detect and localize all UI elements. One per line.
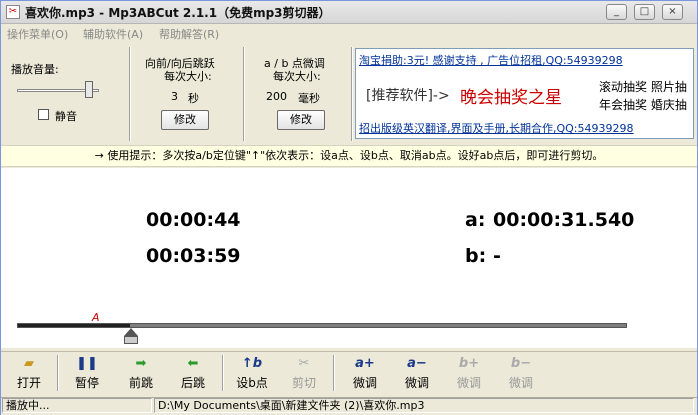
close-button[interactable]: × bbox=[662, 4, 683, 20]
a-plus-icon: a+ bbox=[355, 356, 375, 371]
pause-button[interactable]: ❚❚ 暂停 bbox=[61, 353, 113, 393]
set-b-point-button[interactable]: ↑b 设b点 bbox=[226, 353, 278, 393]
a-point-value: 00:00:31.540 bbox=[493, 209, 635, 231]
jump-unit: 秒 bbox=[188, 92, 199, 105]
ad-translation-link[interactable]: 招出版级英汉翻译,界面及手册,长期合作,QQ:54939298 bbox=[359, 120, 634, 136]
window-title: 喜欢你.mp3 - Mp3ABCut 2.1.1（免费mp3剪切器） bbox=[25, 6, 331, 20]
mute-checkbox[interactable] bbox=[38, 109, 49, 120]
jump-modify-button[interactable]: 修改 bbox=[161, 110, 209, 130]
scissors-icon: ✂ bbox=[298, 356, 310, 371]
menu-operations[interactable]: 操作菜单(O) bbox=[7, 26, 68, 42]
arrow-left-icon: ⬅ bbox=[187, 356, 199, 371]
menu-bar: 操作菜单(O) 辅助软件(A) 帮助解答(R) bbox=[1, 24, 697, 43]
b-point-value: - bbox=[493, 245, 501, 267]
seek-thumb-base[interactable] bbox=[124, 336, 138, 344]
minimize-button[interactable]: _ bbox=[606, 4, 627, 20]
total-time: 00:03:59 bbox=[146, 245, 241, 267]
maximize-button[interactable]: □ bbox=[634, 4, 655, 20]
folder-open-icon: ▰ bbox=[24, 356, 34, 371]
fine-value: 200 bbox=[266, 90, 287, 103]
volume-slider-thumb[interactable] bbox=[85, 81, 93, 98]
toolbar-divider bbox=[222, 355, 224, 391]
ad-party-lottery-link[interactable]: 晚会抽奖之星 bbox=[460, 83, 562, 108]
toolbar-divider bbox=[57, 355, 59, 391]
jump-subtitle: 每次大小: bbox=[164, 70, 212, 83]
usage-hint: → 使用提示：多次按a/b定位键"↑"依次表示：设a点、设b点、取消ab点。设好… bbox=[1, 145, 697, 167]
ad-lottery-line2[interactable]: 年会抽奖 婚庆抽 bbox=[599, 96, 687, 113]
cut-label: 剪切 bbox=[291, 376, 316, 390]
divider bbox=[129, 47, 131, 141]
app-window: ✂ 喜欢你.mp3 - Mp3ABCut 2.1.1（免费mp3剪切器） _ □… bbox=[0, 0, 698, 415]
set-b-label: 设b点 bbox=[236, 376, 268, 390]
volume-panel bbox=[1, 45, 129, 143]
ad-lottery-line1[interactable]: 滚动抽奖 照片抽 bbox=[599, 78, 687, 95]
toolbar-divider bbox=[333, 355, 335, 391]
jump-value: 3 bbox=[171, 90, 178, 103]
seek-progress bbox=[18, 324, 130, 327]
divider bbox=[243, 47, 245, 141]
fine-unit: 毫秒 bbox=[298, 92, 320, 105]
a-minus-label: 微调 bbox=[404, 376, 429, 390]
set-b-icon: ↑b bbox=[241, 356, 263, 371]
time-display bbox=[1, 168, 697, 348]
b-minus-fine-tune-button[interactable]: b− 微调 bbox=[495, 353, 547, 393]
jump-back-button[interactable]: ⬅ 后跳 bbox=[167, 353, 219, 393]
current-time: 00:00:44 bbox=[146, 209, 241, 231]
a-plus-label: 微调 bbox=[352, 376, 377, 390]
jump-forward-button[interactable]: ➡ 前跳 bbox=[115, 353, 167, 393]
seek-thumb[interactable] bbox=[124, 328, 138, 336]
cut-button[interactable]: ✂ 剪切 bbox=[278, 353, 330, 393]
playback-status: 播放中... bbox=[2, 398, 152, 413]
ad-recommend-label[interactable]: [推荐软件]-> bbox=[366, 85, 450, 105]
b-plus-fine-tune-button[interactable]: b+ 微调 bbox=[443, 353, 495, 393]
forward-label: 前跳 bbox=[128, 376, 153, 390]
app-icon: ✂ bbox=[6, 5, 20, 19]
a-minus-icon: a− bbox=[407, 356, 427, 371]
a-minus-fine-tune-button[interactable]: a− 微调 bbox=[391, 353, 443, 393]
a-plus-fine-tune-button[interactable]: a+ 微调 bbox=[339, 353, 391, 393]
open-label: 打开 bbox=[16, 376, 41, 390]
menu-help[interactable]: 帮助解答(R) bbox=[159, 26, 219, 42]
fine-modify-button[interactable]: 修改 bbox=[277, 110, 325, 130]
b-plus-icon: b+ bbox=[458, 356, 480, 371]
ad-donate-link[interactable]: 淘宝捐助:3元! 感谢支持 , 广告位招租,QQ:54939298 bbox=[359, 52, 623, 68]
open-button[interactable]: ▰ 打开 bbox=[3, 353, 55, 393]
pause-icon: ❚❚ bbox=[76, 356, 98, 371]
b-minus-icon: b− bbox=[510, 356, 532, 371]
file-path: D:\My Documents\桌面\新建文件夹 (2)\喜欢你.mp3 bbox=[154, 398, 694, 413]
seek-bar[interactable] bbox=[17, 323, 627, 328]
menu-tools[interactable]: 辅助软件(A) bbox=[83, 26, 143, 42]
mute-label: 静音 bbox=[55, 110, 77, 123]
b-plus-label: 微调 bbox=[456, 376, 481, 390]
volume-label: 播放音量: bbox=[11, 63, 59, 76]
title-bar: ✂ 喜欢你.mp3 - Mp3ABCut 2.1.1（免费mp3剪切器） _ □… bbox=[1, 1, 697, 24]
back-label: 后跳 bbox=[180, 376, 205, 390]
b-minus-label: 微调 bbox=[508, 376, 533, 390]
fine-subtitle: 每次大小: bbox=[273, 70, 321, 83]
b-point-label: b: bbox=[465, 245, 487, 267]
a-point-label: a: bbox=[465, 209, 486, 231]
ad-box: 淘宝捐助:3元! 感谢支持 , 广告位招租,QQ:54939298 [推荐软件]… bbox=[355, 48, 694, 139]
pause-label: 暂停 bbox=[74, 376, 99, 390]
arrow-right-icon: ➡ bbox=[135, 356, 147, 371]
divider bbox=[351, 47, 353, 141]
